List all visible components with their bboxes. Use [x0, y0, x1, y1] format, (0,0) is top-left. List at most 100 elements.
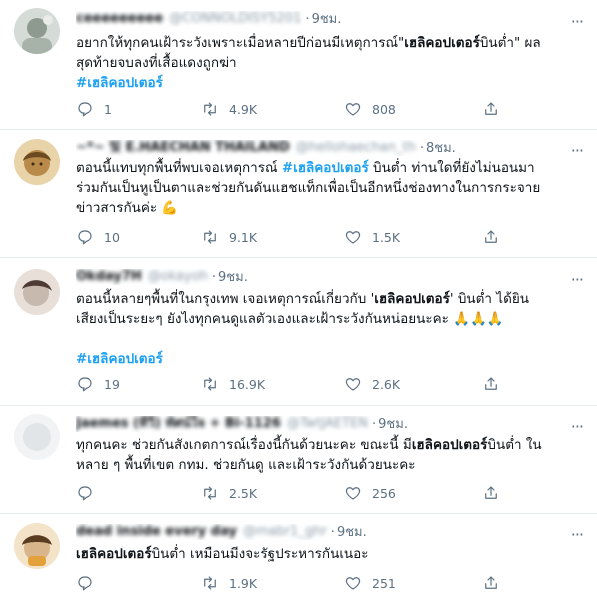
share-button[interactable] — [482, 228, 510, 246]
tweet-text-line: #เฮลิคอปเตอร์ — [76, 349, 579, 369]
tweet[interactable]: ceeeeeeeee @CONNOLDISY5201 · 9ชม. ··· อยากใ… — [0, 0, 597, 130]
reply-button[interactable]: 10 — [76, 228, 120, 246]
tweet-text-line: ตอนนี้หลายๆพื้นที่ในกรุงเทพ เจอเหตุการณ์… — [76, 289, 579, 309]
tweet[interactable]: dead inside every day @mabr1_ghr · 9ชม. ···… — [0, 514, 597, 599]
hashtag-link[interactable]: #เฮลิคอปเตอร์ — [76, 75, 163, 91]
display-name[interactable]: Okday7H — [76, 269, 142, 285]
tweet-text: ทุกคนคะ ช่วยกันสังเกตการณ์เรื่องนี้กันด้… — [76, 435, 579, 475]
like-count: 256 — [372, 485, 396, 501]
tweet-actions: 1.9K 251 — [76, 574, 577, 594]
tweet-text-line: ข่าวสารกันค่ะ 💪 — [76, 198, 579, 218]
reply-icon — [78, 486, 92, 501]
tweet-header: Okday7H @okayoh · 9ชม. — [76, 269, 248, 285]
retweet-button[interactable]: 16.9K — [201, 375, 265, 393]
heart-icon — [345, 231, 361, 244]
text-segment: ทุกคนคะ ช่วยกันสังเกตการณ์เรื่องนี้กันด้… — [76, 437, 412, 453]
like-button[interactable]: 1.5K — [344, 228, 400, 246]
reply-count: 19 — [104, 376, 120, 392]
hashtag-link[interactable]: #เฮลิคอปเตอร์ — [76, 351, 163, 367]
retweet-count: 9.1K — [229, 229, 258, 245]
user-handle[interactable]: @hellohaechan_th — [296, 140, 416, 156]
like-count: 808 — [372, 101, 396, 117]
tweet-text-line: หลาย ๆ พื้นที่เขต กทม. ช่วยกันดู และเฝ้า… — [76, 455, 579, 475]
timestamp[interactable]: 9ชม. — [337, 525, 367, 540]
retweet-button[interactable]: 2.5K — [201, 484, 257, 502]
share-button[interactable] — [482, 484, 510, 502]
reply-button[interactable] — [76, 574, 104, 592]
user-handle[interactable]: @CONNOLDISY5201 — [169, 11, 301, 27]
hashtag-link[interactable]: #เฮลิคอปเตอร์ — [282, 160, 369, 176]
like-button[interactable]: 251 — [344, 574, 396, 592]
tweet-header: Jaemes (ทีวี) ทัศน์ใจ + Bi-1126 @TwtJAETE… — [76, 416, 408, 432]
reply-button[interactable]: 1 — [76, 100, 112, 118]
user-handle[interactable]: @TwtJAETEN — [287, 416, 368, 432]
share-icon — [485, 230, 497, 243]
retweet-count: 2.5K — [229, 485, 258, 501]
text-segment: เสียงเป็นระยะๆ ยังไงทุกคนดูแลตัวเองและเฝ… — [76, 311, 504, 327]
retweet-button[interactable]: 9.1K — [201, 228, 257, 246]
reply-button[interactable] — [76, 484, 104, 502]
heart-icon — [345, 487, 361, 500]
tweet-text-line: สุดท้ายจบลงที่เสื้อแดงถูกฆ่า — [76, 53, 579, 73]
more-options-icon[interactable]: ··· — [571, 272, 584, 288]
timestamp[interactable]: 9ชม. — [378, 417, 408, 432]
reply-icon — [78, 102, 92, 117]
display-name[interactable]: ~*~ 빛 E.HAECHAN THAILAND — [76, 140, 290, 156]
avatar[interactable] — [14, 523, 60, 569]
avatar[interactable] — [14, 139, 60, 185]
text-segment: สุดท้ายจบลงที่เสื้อแดงถูกฆ่า — [76, 55, 237, 71]
text-segment: บินต่ำ เหมือนมีงจะรัฐประหารกันเนอะ — [151, 546, 369, 562]
highlighted-keyword: เฮลิคอปเตอร์ — [76, 546, 152, 562]
text-segment: บินต่ำ ใน — [487, 437, 542, 453]
heart-icon — [345, 577, 361, 590]
reply-button[interactable]: 19 — [76, 375, 120, 393]
display-name[interactable]: Jaemes (ทีวี) ทัศน์ใจ + Bi-1126 — [76, 416, 281, 432]
like-button[interactable]: 808 — [344, 100, 396, 118]
retweet-button[interactable]: 1.9K — [201, 574, 257, 592]
tweet-feed: ceeeeeeeee @CONNOLDISY5201 · 9ชม. ··· อยากใ… — [0, 0, 597, 599]
timestamp[interactable]: 9ชม. — [312, 12, 342, 27]
timestamp[interactable]: 8ชม. — [426, 141, 456, 156]
share-button[interactable] — [482, 375, 510, 393]
user-handle[interactable]: @okayoh — [148, 269, 208, 285]
more-options-icon[interactable]: ··· — [571, 419, 584, 435]
tweet-text-line: #เฮลิคอปเตอร์ — [76, 73, 579, 93]
retweet-count: 16.9K — [229, 376, 266, 392]
text-segment: บินต่ำ" ผล — [479, 35, 541, 51]
more-options-icon[interactable]: ··· — [571, 14, 584, 30]
like-button[interactable]: 2.6K — [344, 375, 400, 393]
share-button[interactable] — [482, 100, 510, 118]
retweet-count: 4.9K — [229, 101, 258, 117]
avatar[interactable] — [14, 8, 60, 54]
heart-icon — [345, 103, 361, 116]
highlighted-keyword: เฮลิคอปเตอร์ — [411, 437, 488, 453]
display-name[interactable]: dead inside every day — [76, 524, 237, 540]
display-name[interactable]: ceeeeeeeee — [76, 11, 163, 27]
tweet-actions: 10 9.1K 1.5K — [76, 228, 577, 248]
like-count: 251 — [372, 575, 396, 591]
retweet-icon — [204, 102, 216, 116]
tweet-text: เฮลิคอปเตอร์บินต่ำ เหมือนมีงจะรัฐประหารก… — [76, 544, 579, 564]
avatar[interactable] — [14, 269, 60, 315]
like-count: 1.5K — [372, 229, 401, 245]
tweet-actions: 19 16.9K 2.6K — [76, 375, 577, 395]
retweet-button[interactable]: 4.9K — [201, 100, 257, 118]
share-button[interactable] — [482, 574, 510, 592]
tweet-header: ceeeeeeeee @CONNOLDISY5201 · 9ชม. — [76, 11, 342, 27]
text-segment: หลาย ๆ พื้นที่เขต กทม. ช่วยกันดู และเฝ้า… — [76, 457, 416, 473]
tweet[interactable]: ~*~ 빛 E.HAECHAN THAILAND @hellohaechan_th… — [0, 130, 597, 258]
timestamp[interactable]: 9ชม. — [218, 270, 248, 285]
tweet[interactable]: Okday7H @okayoh · 9ชม. ··· ตอนนี้หลายๆพื้นท… — [0, 258, 597, 406]
text-segment: ' บินต่ำ ได้ยิน — [449, 291, 529, 307]
text-segment: ข่าวสารกันค่ะ 💪 — [76, 200, 179, 216]
more-options-icon[interactable]: ··· — [571, 143, 584, 159]
avatar[interactable] — [14, 414, 60, 460]
user-handle[interactable]: @mabr1_ghr — [243, 524, 327, 540]
highlighted-keyword: เฮลิคอปเตอร์ — [374, 291, 450, 307]
text-segment: อยากให้ทุกคนเฝ้าระวังเพราะเมื่อหลายปีก่อ… — [76, 35, 405, 51]
tweet-actions: 2.5K 256 — [76, 484, 577, 504]
like-button[interactable]: 256 — [344, 484, 396, 502]
tweet[interactable]: Jaemes (ทีวี) ทัศน์ใจ + Bi-1126 @TwtJAETE… — [0, 406, 597, 514]
more-options-icon[interactable]: ··· — [571, 527, 584, 543]
highlighted-keyword: เฮลิคอปเตอร์ — [404, 35, 480, 51]
